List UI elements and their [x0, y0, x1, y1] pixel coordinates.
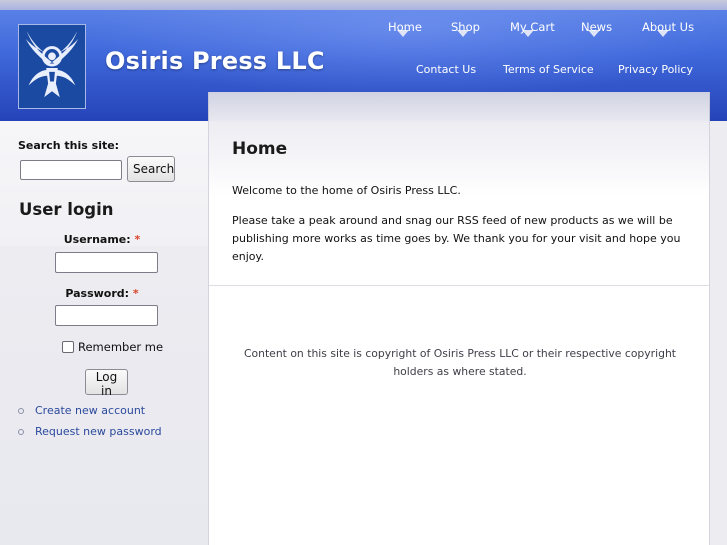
list-item: Create new account: [18, 400, 162, 421]
list-item: Request new password: [18, 421, 162, 442]
main-content: Home Welcome to the home of Osiris Press…: [208, 121, 710, 545]
remember-me-label[interactable]: Remember me: [78, 340, 163, 354]
content-header-tab: [208, 92, 710, 121]
nav-link-terms-of-service[interactable]: Terms of Service: [503, 63, 594, 76]
nav-link-news[interactable]: News: [581, 20, 612, 34]
right-gutter: [710, 121, 727, 545]
bullet-icon: [18, 407, 24, 414]
required-marker: *: [134, 233, 141, 246]
required-marker: *: [132, 287, 139, 300]
nav-link-contact-us[interactable]: Contact Us: [416, 63, 476, 76]
header-top-strip: [0, 0, 727, 10]
login-links-list: Create new account Request new password: [18, 400, 162, 442]
password-label: Password: *: [0, 287, 206, 300]
nav-link-my-cart[interactable]: My Cart: [510, 20, 555, 34]
password-field[interactable]: [55, 305, 158, 326]
search-label: Search this site:: [18, 139, 120, 152]
nav-link-about-us[interactable]: About Us: [642, 20, 694, 34]
welcome-paragraph: Welcome to the home of Osiris Press LLC.: [232, 184, 461, 197]
username-label: Username: *: [0, 233, 206, 246]
remember-me-checkbox[interactable]: [62, 341, 74, 353]
nav-link-privacy-policy[interactable]: Privacy Policy: [618, 63, 693, 76]
nav-link-home[interactable]: Home: [388, 20, 422, 34]
user-login-title: User login: [19, 200, 114, 219]
page-title: Home: [232, 139, 288, 159]
copyright-footer: Content on this site is copyright of Osi…: [243, 347, 677, 378]
username-field[interactable]: [55, 252, 158, 273]
left-sidebar: Search this site: Search User login User…: [0, 121, 208, 545]
nav-link-shop[interactable]: Shop: [451, 20, 480, 34]
log-in-button[interactable]: Log in: [85, 369, 128, 398]
content-divider: [209, 285, 709, 286]
remember-me-row[interactable]: Remember me: [62, 340, 163, 354]
intro-paragraph: Please take a peak around and snag our R…: [232, 214, 681, 263]
search-input[interactable]: [20, 160, 122, 180]
bullet-icon: [18, 428, 24, 435]
site-header: Osiris Press LLC Home Shop My Cart News …: [0, 0, 727, 121]
primary-nav: Home Shop My Cart News About Us: [0, 20, 727, 40]
create-account-link[interactable]: Create new account: [35, 404, 145, 417]
username-label-text: Username:: [63, 233, 131, 246]
request-password-link[interactable]: Request new password: [35, 425, 162, 438]
password-label-text: Password:: [65, 287, 130, 300]
secondary-nav: Contact Us Terms of Service Privacy Poli…: [0, 63, 727, 79]
search-button[interactable]: Search: [127, 156, 175, 182]
